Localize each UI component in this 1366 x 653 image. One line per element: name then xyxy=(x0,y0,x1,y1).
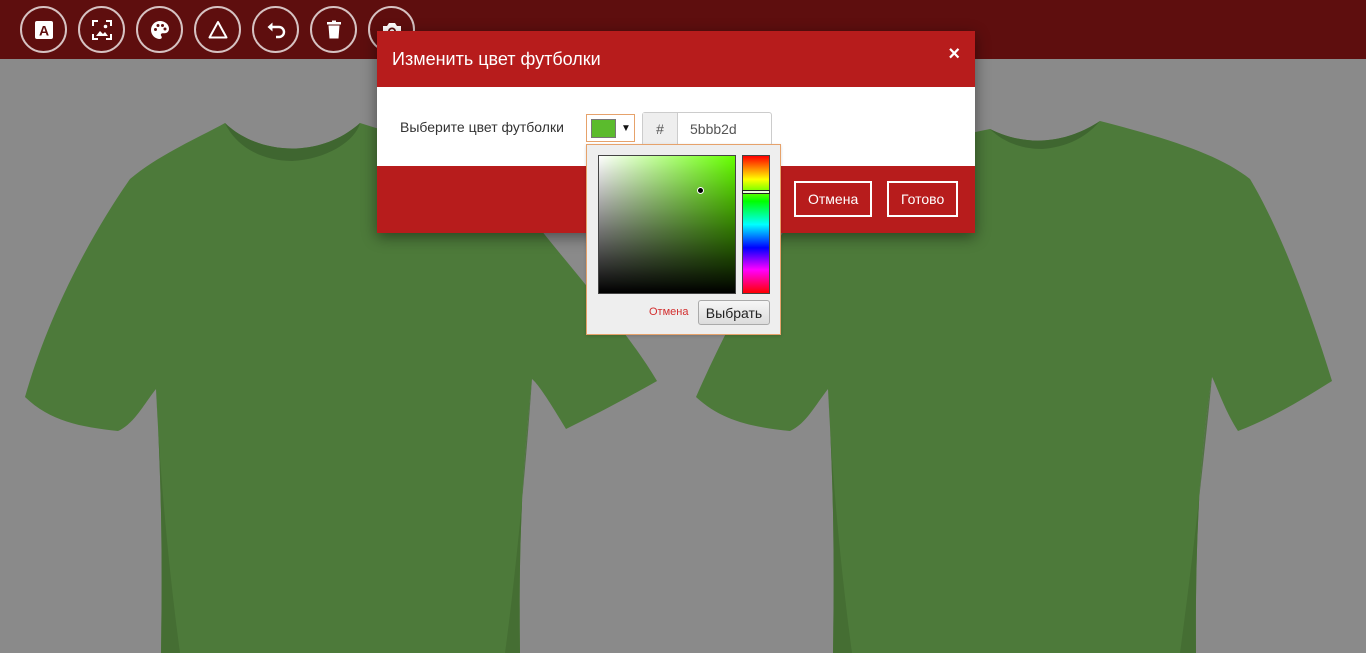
add-image-button[interactable] xyxy=(78,6,125,53)
shirt-color-label: Выберите цвет футболки xyxy=(400,119,564,135)
cancel-button[interactable]: Отмена xyxy=(794,181,873,217)
chevron-down-icon: ▼ xyxy=(621,122,631,134)
shape-icon xyxy=(208,20,227,38)
color-cursor[interactable] xyxy=(697,187,704,194)
shape-button[interactable] xyxy=(194,6,241,53)
dialog-title: Изменить цвет футболки xyxy=(392,48,601,69)
color-picker-popup: Отмена Выбрать xyxy=(586,144,781,335)
hash-prefix: # xyxy=(643,113,678,145)
undo-button[interactable] xyxy=(252,6,299,53)
color-swatch-dropdown[interactable]: ▼ xyxy=(586,114,635,142)
palette-icon xyxy=(150,20,169,39)
saturation-value-area[interactable] xyxy=(598,155,736,294)
hue-slider-handle[interactable] xyxy=(742,190,770,194)
add-text-button[interactable]: A xyxy=(20,6,67,53)
color-swatch-chip xyxy=(591,118,616,138)
svg-text:A: A xyxy=(38,22,48,38)
image-tool-icon xyxy=(91,19,112,40)
trash-icon xyxy=(326,20,341,38)
done-button[interactable]: Готово xyxy=(887,181,959,217)
hex-color-input[interactable] xyxy=(678,113,771,145)
color-button[interactable] xyxy=(136,6,183,53)
picker-cancel-link[interactable]: Отмена xyxy=(649,306,688,318)
hue-slider[interactable] xyxy=(742,155,770,294)
undo-icon xyxy=(267,22,285,38)
text-tool-icon: A xyxy=(34,20,53,39)
delete-button[interactable] xyxy=(310,6,357,53)
picker-choose-button[interactable]: Выбрать xyxy=(698,300,770,325)
close-icon[interactable]: × xyxy=(948,43,960,65)
black-gradient xyxy=(599,156,735,293)
dialog-header: Изменить цвет футболки xyxy=(377,31,975,87)
hex-color-group: # xyxy=(642,112,772,146)
